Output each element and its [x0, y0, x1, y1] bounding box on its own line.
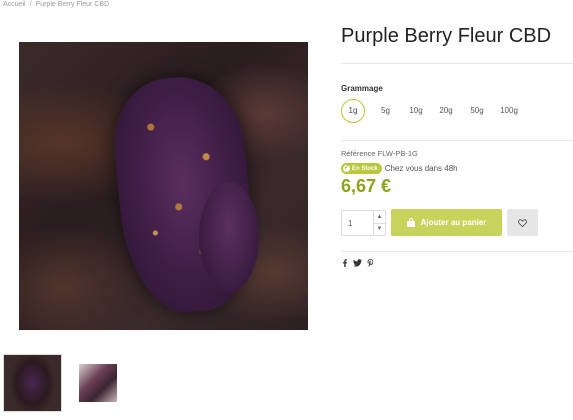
divider	[341, 140, 573, 141]
size-option-20g[interactable]: 20g	[430, 99, 462, 123]
thumbnail-2[interactable]	[79, 364, 117, 402]
bud-shadow	[199, 182, 259, 292]
product-main-image[interactable]	[19, 42, 308, 330]
breadcrumb: Accueil / Purple Berry Fleur CBD	[3, 1, 109, 8]
size-option-50g[interactable]: 50g	[462, 99, 492, 123]
size-option-100g[interactable]: 100g	[492, 99, 526, 123]
product-title: Purple Berry Fleur CBD	[341, 25, 552, 47]
size-option-5g[interactable]: 5g	[369, 99, 402, 123]
product-price: 6,67 €	[341, 176, 392, 196]
thumbnail-1[interactable]	[3, 354, 62, 412]
breadcrumb-home-link[interactable]: Accueil	[3, 1, 26, 8]
facebook-icon[interactable]	[342, 259, 348, 267]
heart-icon	[518, 218, 527, 227]
twitter-icon[interactable]	[353, 259, 362, 267]
grammage-label: Grammage	[341, 84, 383, 93]
quantity-input[interactable]	[342, 211, 374, 235]
product-reference: Référence FLW-PB-1G	[341, 149, 418, 158]
quantity-decrease-button[interactable]: ▼	[373, 223, 385, 235]
stock-badge-label: En Stock	[352, 165, 378, 172]
add-to-cart-button[interactable]: Ajouter au panier	[391, 209, 502, 236]
stock-row: ✓ En Stock Chez vous dans 48h	[341, 163, 458, 174]
check-icon: ✓	[343, 165, 350, 172]
divider	[341, 251, 573, 252]
breadcrumb-separator: /	[29, 1, 32, 8]
divider	[341, 63, 573, 64]
breadcrumb-current: Purple Berry Fleur CBD	[35, 1, 110, 8]
size-option-10g[interactable]: 10g	[402, 99, 430, 123]
social-share	[342, 259, 374, 267]
wishlist-button[interactable]	[507, 209, 538, 236]
quantity-stepper: ▲ ▼	[341, 210, 386, 236]
add-to-cart-label: Ajouter au panier	[420, 218, 487, 227]
delivery-text: Chez vous dans 48h	[384, 164, 458, 173]
stock-badge: ✓ En Stock	[341, 163, 382, 174]
pinterest-icon[interactable]	[367, 259, 374, 267]
size-options: 1g 5g 10g 20g 50g 100g	[341, 99, 526, 123]
shopping-bag-icon	[406, 218, 415, 227]
size-option-1g[interactable]: 1g	[341, 99, 365, 123]
